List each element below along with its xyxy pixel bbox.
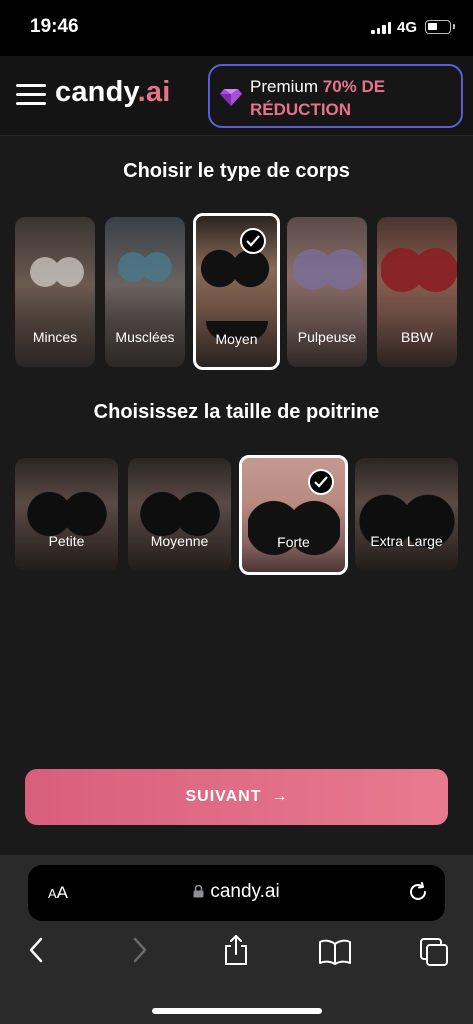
lock-icon <box>193 885 204 898</box>
body-type-option-minces[interactable]: Minces <box>15 217 95 367</box>
bookmarks-icon[interactable] <box>318 939 352 965</box>
browser-toolbar: AA candy.ai <box>0 855 473 1024</box>
body-type-option-bbw[interactable]: BBW <box>377 217 457 367</box>
site-header: candy.ai Premium 70% DE RÉDUCTION <box>0 56 473 136</box>
status-time: 19:46 <box>30 16 79 37</box>
forward-icon[interactable] <box>128 937 150 963</box>
breast-size-option-forte[interactable]: Forte <box>239 455 348 575</box>
breast-size-title: Choisissez la taille de poitrine <box>93 401 380 423</box>
body-type-option-pulpeuse[interactable]: Pulpeuse <box>287 217 367 367</box>
url-display: candy.ai <box>28 881 445 903</box>
arrow-right-icon: → <box>271 788 288 805</box>
body-type-title: Choisir le type de corps <box>123 160 350 182</box>
home-indicator <box>152 1008 322 1014</box>
option-label: Moyen <box>215 331 258 347</box>
continue-label: SUIVANT <box>185 788 262 805</box>
continue-button[interactable]: SUIVANT → <box>25 769 448 825</box>
option-label: Minces <box>32 329 78 345</box>
breast-size-option-petite[interactable]: Petite <box>15 458 118 571</box>
option-label: Forte <box>277 534 310 550</box>
check-icon <box>308 469 334 495</box>
body-type-option-musclees[interactable]: Musclées <box>105 217 185 367</box>
option-label: Moyenne <box>150 533 209 549</box>
premium-discount-button[interactable]: Premium 70% DE RÉDUCTION <box>208 64 463 128</box>
candy-ai-logo[interactable]: candy.ai <box>55 76 171 109</box>
option-label: Pulpeuse <box>297 329 357 345</box>
body-type-option-moyen[interactable]: Moyen <box>193 213 280 370</box>
check-icon <box>240 228 266 254</box>
breast-size-option-moyenne[interactable]: Moyenne <box>128 458 231 571</box>
status-bar: 19:46 4G <box>0 0 473 56</box>
option-label: BBW <box>401 329 433 345</box>
cellular-signal-icon <box>371 22 391 34</box>
breast-size-option-extra-large[interactable]: Extra Large <box>355 458 458 571</box>
url-text: candy.ai <box>210 881 280 902</box>
gem-icon <box>220 89 242 106</box>
back-icon[interactable] <box>26 937 48 963</box>
discount-word: RÉDUCTION <box>250 100 352 119</box>
hamburger-menu-icon[interactable] <box>16 84 46 106</box>
share-icon[interactable] <box>222 934 250 966</box>
network-type: 4G <box>397 19 418 36</box>
battery-icon <box>425 20 455 34</box>
logo-accent: .ai <box>137 76 171 108</box>
logo-text: candy <box>55 76 138 108</box>
option-label: Musclées <box>115 329 175 345</box>
option-label: Petite <box>48 533 85 549</box>
premium-label: Premium <box>250 77 319 96</box>
address-bar[interactable]: AA candy.ai <box>28 865 445 921</box>
option-label: Extra Large <box>370 533 443 549</box>
reload-icon[interactable] <box>407 881 429 903</box>
tabs-icon[interactable] <box>419 937 449 967</box>
discount-percent: 70% DE <box>322 77 386 96</box>
